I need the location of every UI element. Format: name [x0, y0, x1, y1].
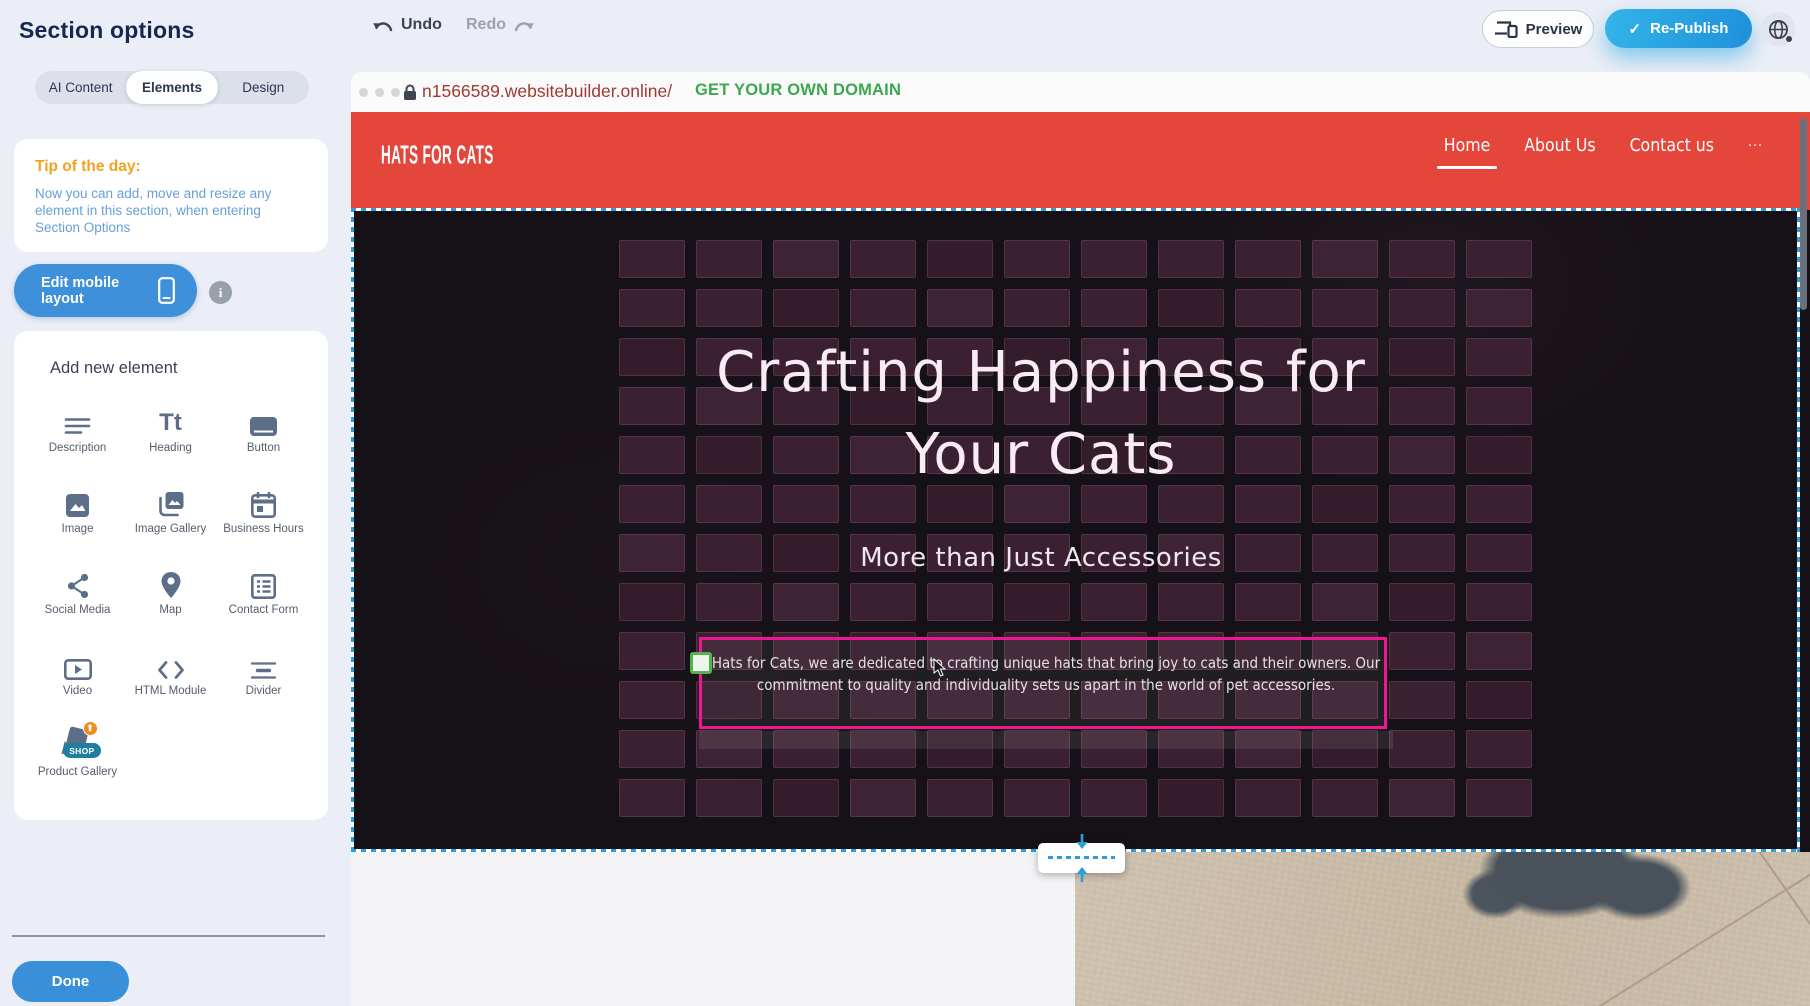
element-image[interactable]: Image [31, 478, 124, 559]
cat-shadow [1405, 852, 1705, 946]
hero-paragraph[interactable]: Hats for Cats, we are dedicated to craft… [691, 652, 1401, 696]
element-hover-band [699, 731, 1393, 749]
tip-body: Now you can add, move and resize any ele… [35, 185, 307, 236]
element-contact-form[interactable]: Contact Form [217, 559, 310, 640]
element-video[interactable]: Video [31, 640, 124, 721]
heading-icon: Tt [124, 403, 217, 437]
tab-elements[interactable]: Elements [126, 71, 217, 104]
get-your-own-domain-link[interactable]: GET YOUR OWN DOMAIN [695, 81, 901, 100]
arrow-down-icon [1074, 834, 1090, 851]
tab-ai-content[interactable]: AI Content [35, 71, 126, 104]
tip-title: Tip of the day: [35, 158, 307, 176]
element-button[interactable]: Button [217, 397, 310, 478]
next-section-blank [351, 852, 1075, 1006]
floor-seam-line [1730, 852, 1810, 951]
browser-chrome-bar: n1566589.websitebuilder.online/ GET YOUR… [351, 72, 1810, 112]
site-nav: Home About Us Contact us ··· [1444, 136, 1763, 156]
selected-paragraph-element[interactable]: Hats for Cats, we are dedicated to craft… [699, 637, 1387, 729]
site-logo[interactable]: HATS FOR CATS [381, 142, 494, 171]
element-product-gallery[interactable]: ⬆ SHOP Product Gallery [31, 721, 124, 802]
nav-contact-us[interactable]: Contact us [1630, 136, 1714, 156]
chrome-dot [391, 88, 400, 97]
upgrade-arrow-badge: ⬆ [83, 721, 98, 736]
business-hours-icon [217, 484, 310, 518]
site-header: HATS FOR CATS Home About Us Contact us ·… [351, 112, 1810, 210]
shop-badge: SHOP [63, 743, 100, 758]
element-grid: Description Tt Heading Button Image [31, 397, 311, 802]
sidebar-tab-bar: AI Content Elements Design [35, 71, 309, 104]
page-title: Section options [19, 17, 195, 44]
nav-about-us[interactable]: About Us [1524, 136, 1595, 156]
edit-mobile-layout-label: Edit mobile layout [41, 275, 158, 307]
description-icon [31, 403, 124, 437]
divider-icon [217, 646, 310, 680]
edit-mobile-layout-button[interactable]: Edit mobile layout [14, 264, 197, 317]
info-icon[interactable]: i [209, 281, 232, 304]
element-description[interactable]: Description [31, 397, 124, 478]
hero-heading[interactable]: Crafting Happiness for Your Cats [691, 332, 1391, 496]
element-drag-handle[interactable] [690, 652, 712, 674]
resize-dash-line [1048, 856, 1115, 859]
next-section-image [1075, 852, 1810, 1006]
done-button[interactable]: Done [12, 961, 129, 1002]
section-selection-border-left [351, 208, 354, 852]
button-icon [217, 403, 310, 437]
add-new-element-panel: Add new element Description Tt Heading B… [14, 331, 328, 820]
chrome-dot [359, 88, 368, 97]
chrome-dot [375, 88, 384, 97]
lock-icon [403, 84, 417, 101]
social-media-icon [31, 565, 124, 599]
section-options-editor: Section options Undo Redo Preview ✓ Re-P… [0, 0, 1810, 1006]
element-image-gallery[interactable]: Image Gallery [124, 478, 217, 559]
hero-subheading[interactable]: More than Just Accessories [691, 543, 1391, 573]
section-resize-handle[interactable] [1038, 843, 1125, 873]
element-map[interactable]: Map [124, 559, 217, 640]
image-icon [31, 484, 124, 518]
hero-section[interactable]: Crafting Happiness for Your Cats More th… [351, 210, 1810, 852]
nav-more-menu[interactable]: ··· [1748, 138, 1763, 154]
html-code-icon [124, 646, 217, 680]
tab-design[interactable]: Design [218, 71, 309, 104]
element-heading[interactable]: Tt Heading [124, 397, 217, 478]
element-html-module[interactable]: HTML Module [124, 640, 217, 721]
contact-form-icon [217, 565, 310, 599]
phone-icon [158, 277, 175, 304]
tip-of-the-day-card: Tip of the day: Now you can add, move an… [14, 139, 328, 252]
site-preview-area: n1566589.websitebuilder.online/ GET YOUR… [351, 0, 1810, 1006]
sidebar-divider [12, 935, 325, 937]
browser-scrollbar-thumb[interactable] [1800, 118, 1807, 310]
active-nav-underline [1437, 166, 1498, 170]
section-selection-border-top [351, 208, 1800, 211]
mouse-cursor [933, 658, 948, 678]
element-divider[interactable]: Divider [217, 640, 310, 721]
element-social-media[interactable]: Social Media [31, 559, 124, 640]
video-icon [31, 646, 124, 680]
product-gallery-icon: ⬆ SHOP [31, 727, 124, 761]
arrow-up-icon [1074, 865, 1090, 882]
image-gallery-icon [124, 484, 217, 518]
site-url[interactable]: n1566589.websitebuilder.online/ [422, 81, 672, 102]
element-business-hours[interactable]: Business Hours [217, 478, 310, 559]
nav-home[interactable]: Home [1444, 136, 1491, 156]
add-element-title: Add new element [50, 359, 178, 378]
map-pin-icon [124, 565, 217, 599]
